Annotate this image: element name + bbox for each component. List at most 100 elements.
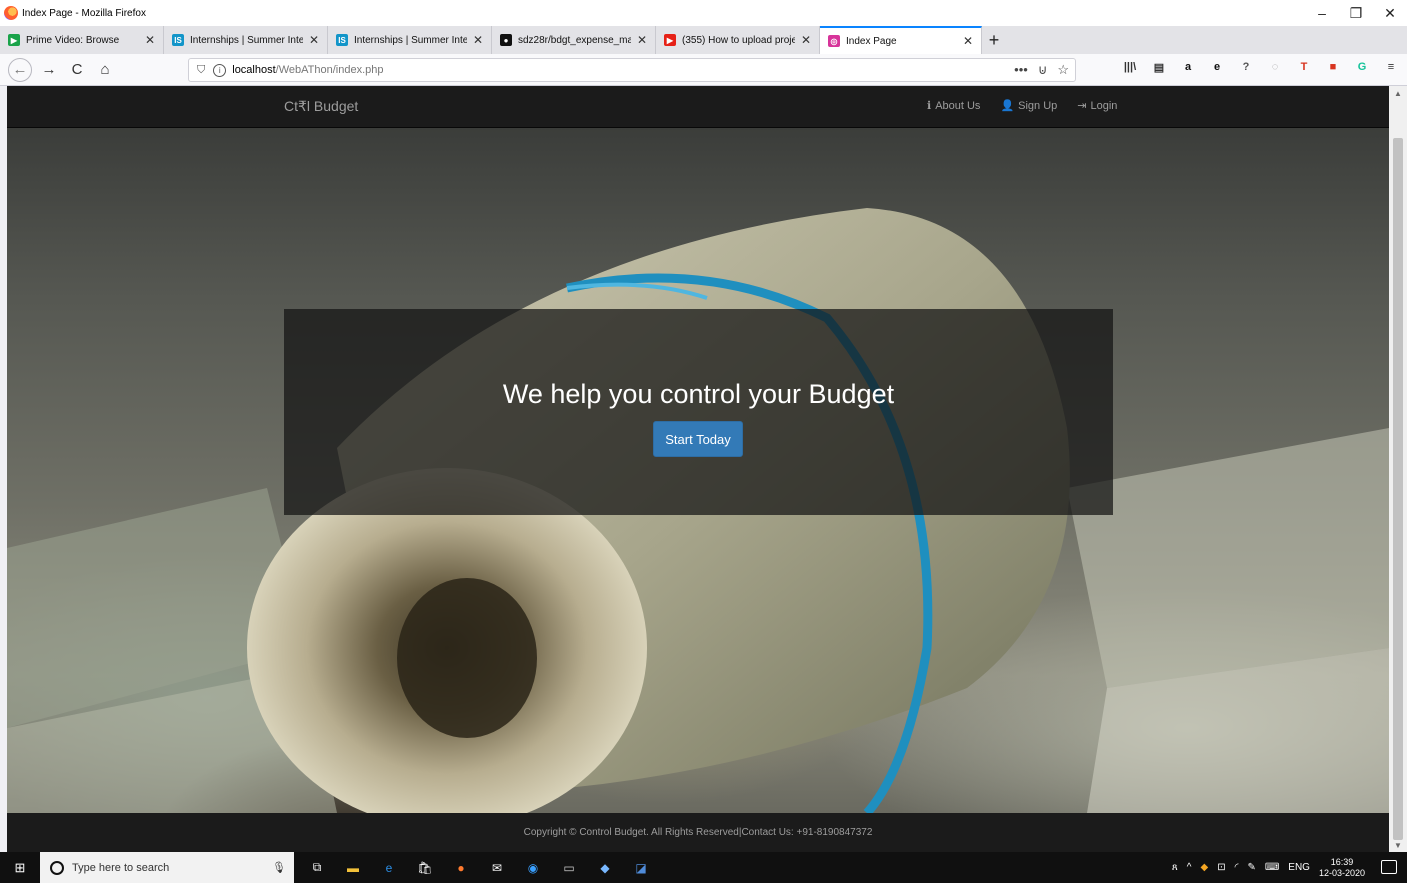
site-brand-link[interactable]: Ct₹l Budget: [284, 98, 358, 115]
extension-ghost-icon[interactable]: ◌: [1267, 59, 1283, 75]
tab[interactable]: ▶ (355) How to upload projects o ✕: [656, 26, 820, 54]
reader-view-icon[interactable]: ▤: [1151, 59, 1167, 75]
site-navbar: Ct₹l Budget ℹ About Us 👤 Sign Up ⇥ Login: [7, 86, 1389, 128]
info-icon: ℹ: [927, 100, 932, 112]
browser-blue-icon[interactable]: ◉: [524, 859, 542, 877]
login-label: Login: [1090, 99, 1118, 112]
prime-video-icon: ▶: [8, 34, 20, 46]
search-placeholder: Type here to search: [72, 861, 170, 874]
close-window-button[interactable]: ✕: [1373, 0, 1407, 26]
hero-jumbotron: We help you control your Budget Start To…: [284, 309, 1113, 515]
extension-red-icon[interactable]: ■: [1325, 59, 1341, 75]
pocket-icon[interactable]: ⊍: [1038, 62, 1048, 78]
user-icon: 👤: [1000, 100, 1015, 112]
windows-taskbar: ⊞ Type here to search 🎙 ⧉ ▬ e 🛍 ● ✉ ◉ ▭ …: [0, 852, 1407, 883]
language-indicator[interactable]: ENG: [1288, 862, 1310, 873]
tab[interactable]: IS Internships | Summer Internshi ✕: [328, 26, 492, 54]
vs-icon[interactable]: ◪: [632, 859, 650, 877]
taskbar-search[interactable]: Type here to search 🎙: [40, 852, 294, 883]
file-explorer-icon[interactable]: ▬: [344, 859, 362, 877]
minimize-button[interactable]: –: [1305, 0, 1339, 26]
pen-icon[interactable]: ✎: [1247, 862, 1255, 873]
login-icon: ⇥: [1077, 100, 1087, 112]
tray-app-icon[interactable]: ◆: [1200, 862, 1208, 873]
menu-icon[interactable]: ≡: [1383, 59, 1399, 75]
new-tab-button[interactable]: +: [982, 26, 1006, 54]
tab-close-button[interactable]: ✕: [801, 33, 811, 47]
toolbar-extensions: |||\ ▤ a e ? ◌ T ■ G ≡: [1122, 59, 1399, 75]
login-link[interactable]: ⇥ Login: [1077, 99, 1118, 113]
box-icon[interactable]: ◆: [596, 859, 614, 877]
restore-button[interactable]: ❐: [1339, 0, 1373, 26]
scroll-down-icon[interactable]: ▼: [1389, 838, 1407, 852]
url-path: /WebAThon/index.php: [275, 64, 384, 76]
tab-label: Prime Video: Browse: [26, 34, 120, 46]
tab-label: (355) How to upload projects o: [682, 34, 795, 46]
bookmark-star-icon[interactable]: ☆: [1057, 62, 1069, 78]
clock[interactable]: 16:39 12-03-2020: [1319, 857, 1365, 879]
hero-background-image: We help you control your Budget Start To…: [7, 128, 1389, 813]
about-us-link[interactable]: ℹ About Us: [927, 99, 981, 113]
firefox-logo-icon: [4, 6, 18, 20]
chevron-up-icon[interactable]: ^: [1187, 862, 1192, 873]
extension-e-icon[interactable]: e: [1209, 59, 1225, 75]
tab[interactable]: IS Internships | Summer Internshi ✕: [164, 26, 328, 54]
scrollbar-thumb[interactable]: [1393, 138, 1403, 840]
extension-t-icon[interactable]: T: [1296, 59, 1312, 75]
page-actions-icon[interactable]: •••: [1014, 62, 1028, 78]
page-viewport: Ct₹l Budget ℹAbout Us 👤Sign Up ⇥Login: [7, 86, 1389, 852]
tab-label: sdz28r/bdgt_expense_manager: [518, 34, 631, 46]
about-us-label: About Us: [935, 99, 981, 112]
mail-icon[interactable]: ✉: [488, 859, 506, 877]
people-icon[interactable]: ጸ: [1172, 862, 1178, 873]
grammarly-icon[interactable]: G: [1354, 59, 1370, 75]
network-icon[interactable]: ⊡: [1217, 862, 1225, 873]
edge-icon[interactable]: e: [380, 859, 398, 877]
keyboard-icon[interactable]: ⌨: [1265, 862, 1279, 873]
tab-close-button[interactable]: ✕: [309, 33, 319, 47]
window-title: Index Page - Mozilla Firefox: [22, 7, 146, 19]
tab-close-button[interactable]: ✕: [473, 33, 483, 47]
start-today-button[interactable]: Start Today: [653, 421, 743, 457]
tab-active[interactable]: ◎ Index Page ✕: [820, 26, 982, 54]
sign-up-link[interactable]: 👤 Sign Up: [1000, 99, 1057, 113]
url-host: localhost: [232, 64, 276, 76]
microphone-icon[interactable]: 🎙: [272, 861, 286, 874]
reload-button[interactable]: C: [66, 59, 88, 81]
window-title-bar: Index Page - Mozilla Firefox – ❐ ✕: [0, 0, 1407, 26]
tab[interactable]: ▶ Prime Video: Browse ✕: [0, 26, 164, 54]
tab-close-button[interactable]: ✕: [963, 34, 973, 48]
library-icon[interactable]: |||\: [1122, 59, 1138, 75]
tab-close-button[interactable]: ✕: [637, 33, 647, 47]
notification-icon[interactable]: [1381, 860, 1397, 874]
terminal-icon[interactable]: ▭: [560, 859, 578, 877]
url-bar[interactable]: ⛉ i localhost/WebAThon/index.php ••• ⊍ ☆: [188, 58, 1076, 82]
navigation-toolbar: ← → C ⌂ ⛉ i localhost/WebAThon/index.php…: [0, 54, 1407, 86]
clock-date: 12-03-2020: [1318, 867, 1365, 878]
site-nav-links: ℹ About Us 👤 Sign Up ⇥ Login: [927, 99, 1118, 113]
tab-close-button[interactable]: ✕: [145, 33, 155, 47]
page-scrollbar[interactable]: ▲ ▼: [1389, 86, 1407, 852]
start-button[interactable]: ⊞: [0, 852, 40, 883]
forward-button[interactable]: →: [38, 59, 60, 81]
tab-strip: ▶ Prime Video: Browse ✕ IS Internships |…: [0, 26, 1407, 54]
tab[interactable]: ● sdz28r/bdgt_expense_manager ✕: [492, 26, 656, 54]
extension-a-icon[interactable]: a: [1180, 59, 1196, 75]
system-tray: ጸ ^ ◆ ⊡ ◜ ✎ ⌨ ENG 16:39 12-03-2020: [1172, 852, 1365, 883]
firefox-icon[interactable]: ●: [452, 859, 470, 877]
page-icon: ◎: [828, 35, 840, 47]
internshala-icon: IS: [336, 34, 348, 46]
store-icon[interactable]: 🛍: [416, 859, 434, 877]
wifi-icon[interactable]: ◜: [1235, 862, 1239, 873]
tracking-shield-icon[interactable]: ⛉: [197, 64, 205, 77]
site-info-icon[interactable]: i: [213, 63, 227, 77]
site-footer: Copyright © Control Budget. All Rights R…: [7, 813, 1389, 852]
footer-text: Copyright © Control Budget. All Rights R…: [523, 827, 873, 838]
scroll-up-icon[interactable]: ▲: [1389, 86, 1407, 100]
tab-label: Internships | Summer Internshi: [354, 34, 467, 46]
back-button[interactable]: ←: [8, 57, 32, 82]
task-view-icon[interactable]: ⧉: [308, 859, 326, 877]
extension-help-icon[interactable]: ?: [1238, 59, 1254, 75]
github-icon: ●: [500, 34, 512, 46]
home-button[interactable]: ⌂: [94, 59, 116, 81]
